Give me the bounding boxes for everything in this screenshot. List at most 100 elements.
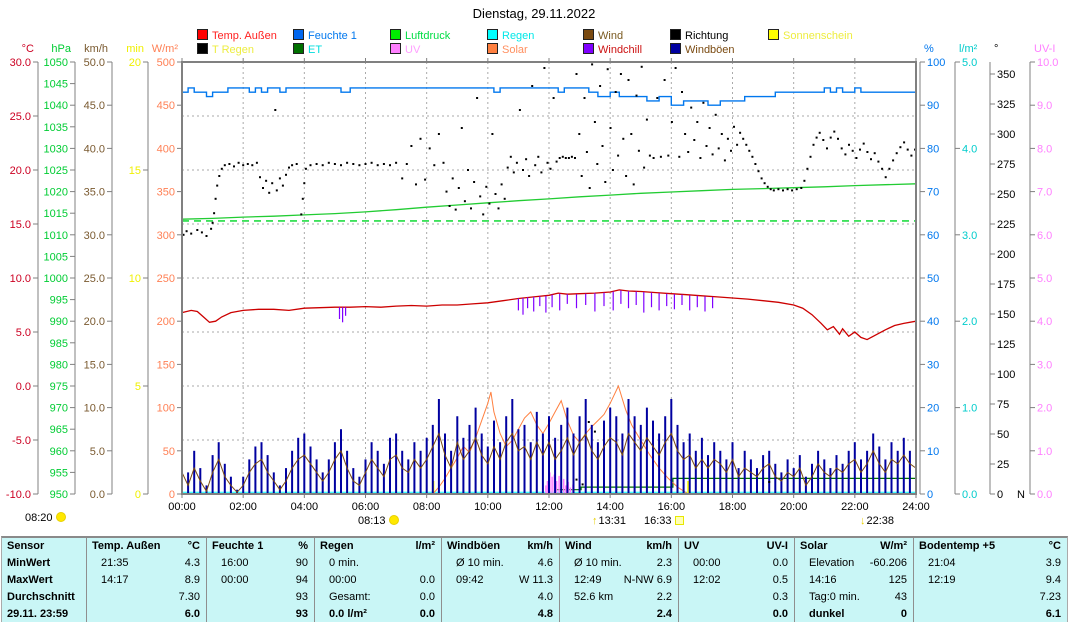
series-richtung-dot (415, 183, 417, 185)
series-richtung-dot (562, 156, 564, 158)
cell-label: 14:17 (92, 572, 129, 589)
x-tick-label: 08:00 (413, 501, 441, 513)
series-richtung-dot (816, 137, 818, 139)
axis-tick-label: 7.0 (1037, 187, 1052, 199)
series-richtung-dot (256, 162, 258, 164)
axis-tick-label: 1020 (44, 187, 68, 199)
series-richtung-dot (274, 109, 276, 111)
series-richtung-dot (491, 133, 493, 135)
axis-tick-label: 35.0 (84, 187, 105, 199)
series-richtung-dot (773, 189, 775, 191)
series-richtung-dot (190, 233, 192, 235)
axis-tick-label: 15.0 (84, 359, 105, 371)
series-richtung-dot (186, 230, 188, 232)
series-richtung-dot (228, 163, 230, 165)
axis-tick-label: 100 (157, 403, 175, 415)
axis-tick-label: 9.0 (1037, 100, 1052, 112)
x-tick-label: 04:00 (291, 501, 319, 513)
series-richtung-dot (594, 431, 596, 433)
series-richtung-dot (633, 183, 635, 185)
series-richtung-dot (242, 164, 244, 166)
axis-tick-label: 45.0 (84, 100, 105, 112)
cell-value: 0.0 (773, 606, 788, 622)
series-richtung-dot (556, 161, 558, 163)
cell-value: 0 (901, 606, 907, 622)
axis-tick-label: 990 (50, 316, 68, 328)
cell-label: 12:19 (919, 572, 956, 589)
series-richtung-dot (525, 158, 527, 160)
series-richtung-dot (406, 163, 408, 165)
axis-tick-label: 4.0 (1037, 316, 1052, 328)
cell-label: Tag:0 min. (800, 589, 860, 606)
series-richtung-dot (513, 171, 515, 173)
series-richtung-dot (473, 181, 475, 183)
series-richtung-dot (271, 182, 273, 184)
series-richtung-dot (310, 164, 312, 166)
series-richtung-dot (885, 176, 887, 178)
series-richtung-dot (259, 176, 261, 178)
series-richtung-dot (449, 205, 451, 207)
series-richtung-dot (664, 79, 666, 81)
series-richtung-dot (910, 155, 912, 157)
series-richtung-dot (758, 170, 760, 172)
axis-tick-label: 25.0 (84, 273, 105, 285)
axis-tick-label: 0.0 (90, 489, 105, 501)
cell-label: 09:42 (447, 572, 484, 589)
series-richtung-dot (424, 179, 426, 181)
col-header-unit: % (298, 538, 308, 555)
series-richtung-dot (531, 85, 533, 87)
col-header-unit: °C (188, 538, 200, 555)
series-richtung-dot (761, 177, 763, 179)
series-richtung-dot (660, 156, 662, 158)
cell-value: 7.23 (1040, 589, 1061, 606)
axis-tick-label: 0.0 (962, 489, 977, 501)
series-richtung-dot (638, 150, 640, 152)
axis-tick-label: 0.0 (16, 381, 31, 393)
sun-icon (56, 512, 66, 522)
series-richtung-dot (718, 147, 720, 149)
col-header-name: Wind (565, 538, 592, 555)
axis-tick-label: 200 (157, 316, 175, 328)
col-header-name: Regen (320, 538, 354, 555)
series-richtung-dot (800, 187, 802, 189)
x-tick-label: 18:00 (719, 501, 747, 513)
axis-tick-label: -10.0 (6, 489, 31, 501)
series-richtung-dot (607, 68, 609, 70)
axis-tick-label: 50 (163, 446, 175, 458)
axis-tick-label: 1010 (44, 230, 68, 242)
series-richtung-dot (377, 164, 379, 166)
cell-label: 00:00 (320, 572, 357, 589)
x-tick-label: 14:00 (596, 501, 624, 513)
cell-label: dunkel (800, 606, 844, 622)
series-richtung-dot (696, 121, 698, 123)
cell-label (447, 606, 456, 622)
series-richtung-dot (803, 180, 805, 182)
axis-tick-label: 5.0 (90, 446, 105, 458)
cell-label (684, 606, 693, 622)
axis-tick-label: 30.0 (84, 230, 105, 242)
series-richtung-dot (870, 158, 872, 160)
axis-tick-label: 50.0 (84, 57, 105, 69)
axis-tick-label: 3.0 (1037, 359, 1052, 371)
cell-value: 3.9 (1046, 555, 1061, 572)
cell-label: 00:00 (212, 572, 249, 589)
series-richtung-dot (279, 177, 281, 179)
series-richtung-dot (615, 91, 617, 93)
axis-tick-label: 400 (157, 143, 175, 155)
cell-value: 0.0 (420, 606, 435, 622)
series-richtung-dot (265, 180, 267, 182)
col-header-unit: km/h (646, 538, 672, 555)
series-richtung-dot (863, 143, 865, 145)
axis-tick-label: 30.0 (10, 57, 31, 69)
axis-tick-label: 325 (997, 99, 1015, 111)
series-richtung-dot (596, 163, 598, 165)
series-richtung-dot (656, 97, 658, 99)
cell-value: 0.3 (773, 589, 788, 606)
axis-tick-label: 150 (997, 309, 1015, 321)
series-richtung-dot (903, 141, 905, 143)
series-richtung-dot (581, 175, 583, 177)
axis-tick-label: 25 (997, 459, 1009, 471)
series-richtung-dot (586, 151, 588, 153)
cell-label (684, 589, 693, 606)
cell-value: 2.4 (657, 606, 672, 622)
